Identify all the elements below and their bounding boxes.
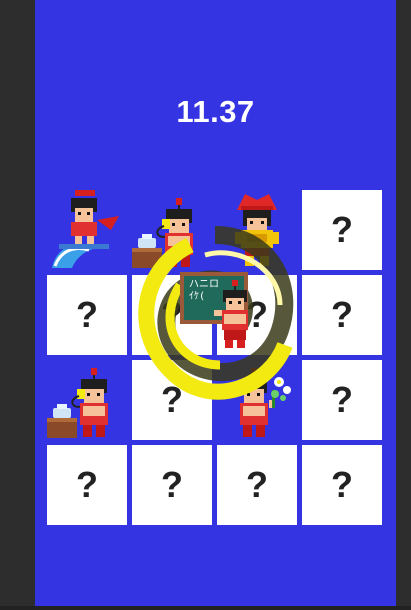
left-border	[0, 0, 35, 610]
teacher-overlay: ハニロ ｲｹ(	[180, 270, 270, 350]
hidden-card[interactable]: ?	[132, 445, 212, 525]
revealed-card[interactable]	[47, 360, 127, 440]
hidden-card[interactable]: ?	[47, 275, 127, 355]
hidden-card[interactable]: ?	[302, 275, 382, 355]
bottom-strip	[0, 606, 411, 610]
hidden-card[interactable]: ?	[302, 445, 382, 525]
question-mark-icon: ?	[331, 209, 353, 250]
question-mark-icon: ?	[246, 464, 268, 505]
game-screen: 11.37 ? ? ? ? ? ? ? ? ? ? ? ハニロ ｲｹ(	[0, 0, 411, 610]
spartan-phone-call-icon	[47, 368, 108, 438]
spartan-surfer-icon	[52, 190, 119, 268]
game-board: 11.37 ? ? ? ? ? ? ? ? ? ? ? ハニロ ｲｹ(	[35, 0, 396, 606]
question-mark-icon: ?	[76, 294, 98, 335]
hidden-card[interactable]: ?	[217, 445, 297, 525]
question-mark-icon: ?	[331, 379, 353, 420]
question-mark-icon: ?	[331, 294, 353, 335]
right-border	[396, 0, 411, 610]
revealed-card[interactable]	[47, 190, 127, 270]
hidden-card[interactable]: ?	[47, 445, 127, 525]
question-mark-icon: ?	[76, 464, 98, 505]
hidden-card[interactable]: ?	[302, 190, 382, 270]
timer-display: 11.37	[176, 94, 255, 129]
spartan-teacher-icon	[214, 280, 248, 348]
question-mark-icon: ?	[161, 464, 183, 505]
hidden-card[interactable]: ?	[302, 360, 382, 440]
question-mark-icon: ?	[331, 464, 353, 505]
